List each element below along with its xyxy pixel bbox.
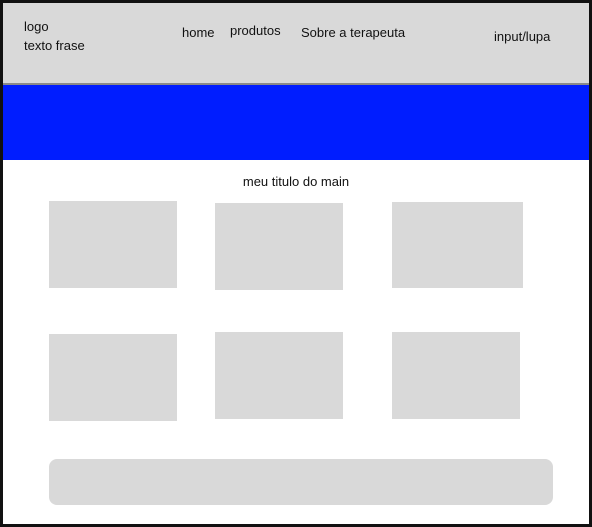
search-input-placeholder[interactable]: input/lupa	[494, 29, 550, 44]
content-card[interactable]	[49, 201, 177, 288]
footer-bar	[49, 459, 553, 505]
header: logo texto frase home produtos Sobre a t…	[3, 3, 589, 85]
logo[interactable]: logo	[24, 19, 49, 34]
nav-link-sobre-a-terapeuta[interactable]: Sobre a terapeuta	[301, 25, 405, 40]
content-card[interactable]	[49, 334, 177, 421]
nav-link-home[interactable]: home	[182, 25, 215, 40]
tagline-text: texto frase	[24, 38, 85, 53]
hero-banner	[3, 85, 589, 160]
content-card[interactable]	[215, 203, 343, 290]
content-card[interactable]	[392, 332, 520, 419]
nav-link-produtos[interactable]: produtos	[230, 23, 281, 38]
wireframe-page: logo texto frase home produtos Sobre a t…	[0, 0, 592, 527]
content-card[interactable]	[392, 202, 523, 288]
content-card[interactable]	[215, 332, 343, 419]
main-title: meu titulo do main	[242, 174, 350, 189]
